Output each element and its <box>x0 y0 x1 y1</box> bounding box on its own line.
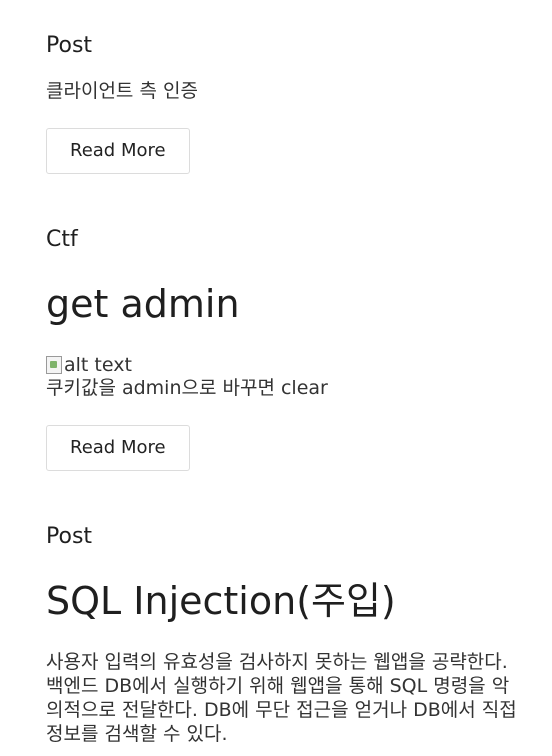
post-thumbnail: alt text <box>46 354 132 376</box>
post-summary-text: 사용자 입력의 유효성을 검사하지 못하는 웹앱을 공략한다. 백엔드 DB에서… <box>46 651 517 745</box>
post-category-label: Post <box>46 524 93 549</box>
post-category: Post <box>46 32 92 60</box>
post-title-text[interactable]: get admin <box>46 282 240 326</box>
image-alt-text: alt text <box>64 354 132 376</box>
post-summary: 쿠키값을 admin으로 바꾸면 clear <box>46 376 328 400</box>
read-more-button[interactable]: Read More <box>46 425 190 471</box>
post-category-label: Post <box>46 33 93 58</box>
broken-image-icon <box>46 356 62 374</box>
post-summary-text: 클라이언트 측 인증 <box>46 80 198 102</box>
post-title-text[interactable]: SQL Injection(주입) <box>46 579 396 623</box>
post-category: Post <box>46 523 92 551</box>
read-more-wrapper: Read More <box>46 425 190 471</box>
post-title: get admin <box>46 282 240 326</box>
post-summary: 사용자 입력의 유효성을 검사하지 못하는 웹앱을 공략한다. 백엔드 DB에서… <box>46 650 520 746</box>
post-summary: 클라이언트 측 인증 <box>46 79 198 103</box>
post-summary-text: 쿠키값을 admin으로 바꾸면 clear <box>46 377 328 399</box>
broken-image: alt text <box>46 354 132 376</box>
post-category-label: Ctf <box>46 227 78 252</box>
read-more-button[interactable]: Read More <box>46 128 190 174</box>
post-title: SQL Injection(주입) <box>46 579 396 623</box>
read-more-wrapper: Read More <box>46 128 190 174</box>
post-category: Ctf <box>46 226 78 254</box>
